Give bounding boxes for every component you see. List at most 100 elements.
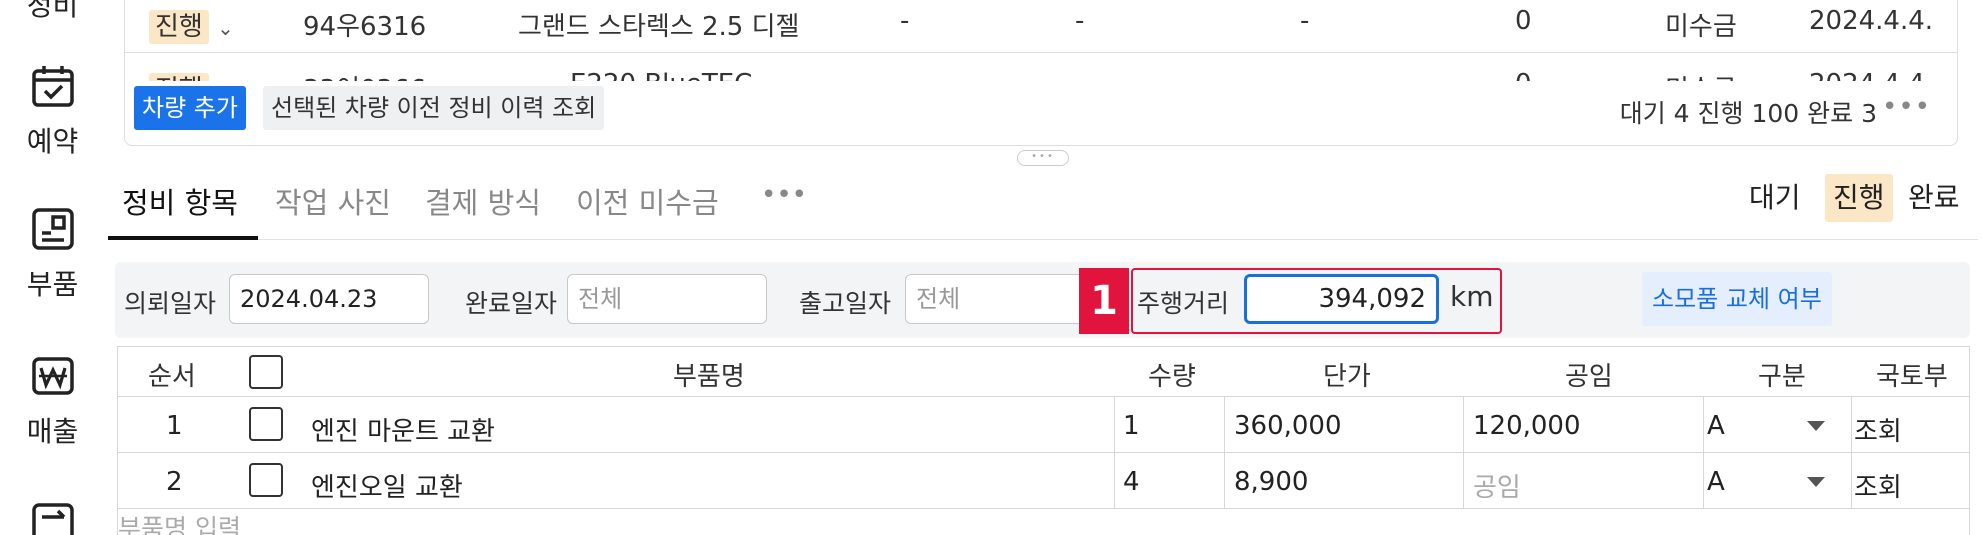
divider (1224, 453, 1225, 508)
tab-payment-method[interactable]: 결제 방식 (425, 180, 541, 222)
calendar-check-icon (31, 66, 74, 107)
release-date-input[interactable] (905, 274, 1105, 324)
payment-status: 미수금 (1665, 69, 1737, 81)
tab-work-photos[interactable]: 작업 사진 (275, 180, 391, 222)
history-lookup-button[interactable]: 선택된 차량 이전 정비 이력 조회 (263, 86, 605, 130)
sidebar-item-parts[interactable]: 부품 (0, 205, 105, 303)
vehicle-model: 그랜드 스타렉스 2.5 디젤 (518, 12, 800, 42)
release-date-label: 출고일자 (799, 289, 892, 318)
header-order: 순서 (148, 362, 196, 392)
unit-price-cell[interactable]: 360,000 (1234, 411, 1342, 441)
more-icon[interactable]: ••• (1882, 92, 1931, 122)
divider (1114, 397, 1115, 452)
header-quantity: 수량 (1148, 362, 1196, 392)
row-checkbox[interactable] (249, 407, 283, 441)
parts-table: 순서 부품명 수량 단가 공임 구분 국토부 1 엔진 마운트 교환 1 360… (117, 346, 1970, 535)
header-labor: 공임 (1565, 362, 1613, 392)
chevron-down-icon: ⌄ (217, 16, 234, 40)
sidebar-item-label: 예약 (26, 125, 79, 158)
labor-cell[interactable]: 120,000 (1473, 411, 1581, 441)
add-part-row[interactable]: 부품명 입력 (118, 509, 1969, 535)
tab-bar: 정비 항목 작업 사진 결제 방식 이전 미수금 ••• 대기 진행 완료 (108, 170, 1978, 240)
sidebar-item-transfer[interactable] (0, 500, 105, 535)
divider (1851, 397, 1852, 452)
plate-number: 94우6316 (303, 12, 427, 42)
sidebar-item-label: 정비 (26, 0, 79, 22)
status-dropdown[interactable]: 진행 ⌄ (149, 69, 234, 81)
quantity-cell[interactable]: 4 (1123, 467, 1140, 497)
resize-handle[interactable]: ••• (1017, 150, 1069, 166)
request-date-input[interactable] (229, 274, 429, 324)
header-part-name: 부품명 (673, 362, 745, 392)
status-counts: 대기 4 진행 100 완료 3 (1619, 99, 1877, 128)
part-name-cell[interactable]: 엔진 마운트 교환 (311, 411, 495, 448)
date-cell: 2024.4.4. (1809, 69, 1933, 81)
order-cell: 1 (166, 411, 183, 441)
table-row[interactable]: 진행 ⌄ 94우6316 그랜드 스타렉스 2.5 디젤 - - - 0 미수금… (125, 0, 1957, 53)
divider (1463, 397, 1464, 452)
labor-cell[interactable]: 공임 (1473, 467, 1521, 504)
complete-date-input[interactable] (567, 274, 767, 324)
divider (1703, 397, 1704, 452)
vehicle-model: E220 BlueTEC (570, 69, 752, 81)
status-toggle-done[interactable]: 완료 (1900, 174, 1968, 222)
row-checkbox[interactable] (249, 463, 283, 497)
divider (1703, 453, 1704, 508)
dropdown-caret-icon (1807, 477, 1825, 487)
header-ministry: 국토부 (1876, 362, 1948, 392)
annotation-highlight (1131, 268, 1502, 334)
cell: - (900, 6, 910, 36)
quantity-cell[interactable]: 1 (1123, 411, 1140, 441)
cell-count: 0 (1515, 6, 1532, 36)
vehicle-list-panel: 진행 ⌄ 94우6316 그랜드 스타렉스 2.5 디젤 - - - 0 미수금… (124, 0, 1958, 146)
parts-icon (31, 208, 74, 250)
consumables-button[interactable]: 소모품 교체 여부 (1642, 272, 1832, 326)
won-icon (31, 357, 74, 395)
transfer-icon (31, 503, 74, 535)
table-row[interactable]: 1 엔진 마운트 교환 1 360,000 120,000 A 조회 (118, 397, 1969, 453)
date-cell: 2024.4.4. (1809, 6, 1934, 36)
type-select[interactable]: A (1707, 411, 1725, 441)
header-unit-price: 단가 (1323, 362, 1371, 392)
divider (1114, 453, 1115, 508)
table-row[interactable]: 2 엔진오일 교환 4 8,900 공임 A 조회 (118, 453, 1969, 509)
tab-active-indicator (108, 236, 258, 240)
sidebar: 정비 예약 부품 매출 (0, 0, 105, 535)
divider (1851, 453, 1852, 508)
add-vehicle-button[interactable]: 차량 추가 (134, 86, 246, 130)
cell: - (1300, 6, 1310, 36)
complete-date-label: 완료일자 (465, 289, 558, 318)
ministry-lookup-button[interactable]: 조회 (1854, 411, 1902, 448)
status-toggle-waiting[interactable]: 대기 (1741, 174, 1809, 222)
sidebar-item-reservation[interactable]: 예약 (0, 62, 105, 160)
cell: - (1075, 6, 1085, 36)
order-cell: 2 (166, 467, 183, 497)
sidebar-item-label: 매출 (26, 415, 79, 448)
sidebar-item-sales[interactable]: 매출 (0, 352, 105, 450)
header-type: 구분 (1758, 362, 1806, 392)
cell-count: 0 (1515, 69, 1532, 81)
type-select[interactable]: A (1707, 467, 1725, 497)
table-header: 순서 부품명 수량 단가 공임 구분 국토부 (118, 347, 1969, 397)
status-badge: 진행 (149, 73, 209, 81)
annotation-badge: 1 (1079, 268, 1129, 334)
request-date-label: 의뢰일자 (124, 289, 217, 318)
status-dropdown[interactable]: 진행 ⌄ (149, 6, 234, 44)
sidebar-item-maintenance[interactable]: 정비 (0, 0, 105, 24)
table-row[interactable]: 진행 ⌄ 33어0366 E220 BlueTEC 0 미수금 2024.4.4… (125, 53, 1957, 81)
tab-previous-receivables[interactable]: 이전 미수금 (576, 180, 719, 222)
dropdown-caret-icon (1807, 421, 1825, 431)
status-toggle-in-progress[interactable]: 진행 (1825, 174, 1893, 222)
ministry-lookup-button[interactable]: 조회 (1854, 467, 1902, 504)
payment-status: 미수금 (1665, 12, 1737, 42)
unit-price-cell[interactable]: 8,900 (1234, 467, 1308, 497)
tab-maintenance-items[interactable]: 정비 항목 (122, 180, 238, 222)
sidebar-item-label: 부품 (26, 268, 79, 301)
part-name-cell[interactable]: 엔진오일 교환 (311, 467, 463, 504)
add-part-input[interactable]: 부품명 입력 (118, 509, 241, 535)
status-badge: 진행 (149, 10, 209, 44)
filter-panel: 의뢰일자 완료일자 출고일자 주행거리 km 소모품 교체 여부 (115, 262, 1970, 338)
select-all-checkbox[interactable] (249, 355, 283, 389)
more-tabs-icon[interactable]: ••• (761, 180, 807, 210)
divider (1463, 453, 1464, 508)
